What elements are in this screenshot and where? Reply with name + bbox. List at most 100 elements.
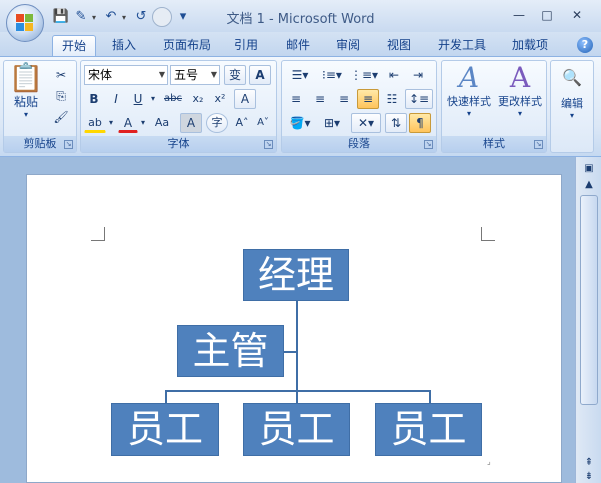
- styles-launcher-icon[interactable]: ↘: [534, 140, 543, 149]
- paragraph-group-label: 段落: [282, 136, 436, 152]
- change-styles-button[interactable]: A 更改样式 ▾: [494, 63, 546, 133]
- paste-label: 粘贴: [13, 95, 38, 109]
- distributed-icon[interactable]: ☷: [381, 89, 403, 109]
- numbering-icon[interactable]: ⁝≡▾: [317, 65, 347, 85]
- clear-formatting-button[interactable]: A: [234, 89, 256, 109]
- font-name-value: 宋体: [88, 68, 113, 82]
- ribbon: 📋 粘贴 ▾ ✂ ⎘ 🖌 剪贴板 ↘ 宋体 ▼ 五号 ▼ 变 A B I U ▾…: [0, 56, 601, 157]
- enclose-characters-button[interactable]: 字: [206, 113, 228, 133]
- next-page-icon[interactable]: ⇟: [580, 469, 598, 483]
- clipboard-launcher-icon[interactable]: ↘: [64, 140, 73, 149]
- tab-home[interactable]: 开始: [52, 35, 96, 56]
- italic-button[interactable]: I: [106, 89, 126, 109]
- quick-styles-button[interactable]: A 快速样式 ▾: [444, 63, 494, 133]
- binoculars-icon: 🔍: [562, 68, 582, 87]
- font-color-button[interactable]: A: [118, 113, 138, 133]
- tab-references[interactable]: 引用: [226, 35, 266, 56]
- font-launcher-icon[interactable]: ↘: [264, 140, 273, 149]
- chevron-down-icon: ▾: [517, 109, 522, 118]
- tab-view[interactable]: 视图: [379, 35, 419, 56]
- underline-button[interactable]: U: [128, 89, 148, 109]
- underline-dropdown-icon[interactable]: ▾: [148, 89, 158, 109]
- tab-insert[interactable]: 插入: [104, 35, 144, 56]
- grow-font-button[interactable]: A˄: [232, 113, 252, 133]
- font-group: 宋体 ▼ 五号 ▼ 变 A B I U ▾ abc x₂ x² A ab ▾ A…: [80, 60, 277, 153]
- show-marks-icon[interactable]: ¶: [409, 113, 431, 133]
- tab-page-layout[interactable]: 页面布局: [155, 35, 219, 56]
- font-size-select[interactable]: 五号 ▼: [170, 65, 220, 85]
- font-color-dropdown-icon[interactable]: ▾: [138, 113, 148, 133]
- resize-handle-icon[interactable]: ⌟: [487, 457, 491, 466]
- change-case-button[interactable]: Aa: [150, 113, 174, 133]
- tab-addins[interactable]: 加载项: [504, 35, 556, 56]
- shrink-font-button[interactable]: A˅: [253, 113, 273, 133]
- paste-button[interactable]: 📋 粘贴 ▾: [8, 63, 44, 129]
- office-button[interactable]: [6, 4, 44, 42]
- strikethrough-button[interactable]: abc: [160, 89, 186, 109]
- org-node-supervisor[interactable]: 主管: [177, 325, 284, 377]
- paragraph-group: ☰▾ ⁝≡▾ ⋮≡▾ ⇤ ⇥ ≡ ≡ ≡ ≡ ☷ ↕≡ 🪣▾ ⊞▾ ✕▾ ⇅ ¶…: [281, 60, 437, 153]
- scroll-up-icon[interactable]: ▲: [580, 177, 598, 193]
- chevron-down-icon: ▼: [158, 70, 165, 79]
- align-right-icon[interactable]: ≡: [333, 89, 355, 109]
- copy-icon[interactable]: ⎘: [50, 86, 72, 106]
- org-connector-right: [429, 390, 431, 403]
- increase-indent-icon[interactable]: ⇥: [407, 65, 429, 85]
- chinese-layout-icon[interactable]: ✕▾: [351, 113, 381, 133]
- org-node-staff-1[interactable]: 员工: [111, 403, 219, 456]
- align-center-icon[interactable]: ≡: [309, 89, 331, 109]
- title-bar: 💾 ✎ ▾ ↶ ▾ ↺ ▾ 文档 1 - Microsoft Word — □ …: [0, 0, 601, 32]
- editing-button[interactable]: 🔍 编辑 ▾: [553, 63, 591, 149]
- decrease-indent-icon[interactable]: ⇤: [383, 65, 405, 85]
- paste-dropdown-icon: ▾: [23, 110, 28, 119]
- org-connector-left: [165, 390, 167, 403]
- ruler-toggle-icon[interactable]: ▣: [580, 161, 598, 177]
- styles-group-label: 样式: [442, 136, 546, 152]
- highlight-button[interactable]: ab: [84, 113, 106, 133]
- change-styles-label: 更改样式: [498, 95, 542, 108]
- ribbon-tab-bar: 开始 插入 页面布局 引用 邮件 审阅 视图 开发工具 加载项 ?: [0, 32, 601, 56]
- org-node-manager[interactable]: 经理: [243, 249, 349, 301]
- subscript-button[interactable]: x₂: [188, 89, 208, 109]
- phonetic-guide-button[interactable]: 变: [224, 65, 246, 85]
- tab-review[interactable]: 审阅: [328, 35, 368, 56]
- close-button[interactable]: ✕: [566, 6, 588, 24]
- font-group-label: 字体: [81, 136, 276, 152]
- character-border-button[interactable]: A: [249, 65, 271, 85]
- line-spacing-icon[interactable]: ↕≡: [405, 89, 433, 109]
- document-page[interactable]: 经理 主管 员工 员工 员工 ⌟: [26, 174, 562, 483]
- borders-icon[interactable]: ⊞▾: [317, 113, 347, 133]
- org-connector-vertical: [296, 301, 298, 391]
- org-node-staff-2[interactable]: 员工: [243, 403, 350, 456]
- bullets-icon[interactable]: ☰▾: [285, 65, 315, 85]
- bold-button[interactable]: B: [84, 89, 104, 109]
- align-left-icon[interactable]: ≡: [285, 89, 307, 109]
- org-node-staff-3[interactable]: 员工: [375, 403, 482, 456]
- multilevel-list-icon[interactable]: ⋮≡▾: [349, 65, 379, 85]
- chevron-down-icon: ▾: [466, 109, 471, 118]
- paragraph-launcher-icon[interactable]: ↘: [424, 140, 433, 149]
- help-icon[interactable]: ?: [577, 37, 593, 53]
- justify-icon[interactable]: ≡: [357, 89, 379, 109]
- editing-label: 编辑: [561, 97, 583, 110]
- maximize-button[interactable]: □: [536, 6, 558, 24]
- org-connector-horizontal: [165, 390, 431, 392]
- font-name-select[interactable]: 宋体 ▼: [84, 65, 168, 85]
- tab-mailings[interactable]: 邮件: [278, 35, 318, 56]
- scroll-thumb[interactable]: [580, 195, 598, 405]
- minimize-button[interactable]: —: [508, 6, 530, 24]
- cut-icon[interactable]: ✂: [50, 65, 72, 85]
- chevron-down-icon: ▼: [210, 70, 217, 79]
- styles-group: A 快速样式 ▾ A 更改样式 ▾ 样式 ↘: [441, 60, 547, 153]
- format-painter-icon[interactable]: 🖌: [50, 107, 72, 127]
- office-logo-icon: [16, 14, 34, 32]
- character-shading-button[interactable]: A: [180, 113, 202, 133]
- superscript-button[interactable]: x²: [210, 89, 230, 109]
- vertical-scrollbar[interactable]: ▣ ▲ ⇞ ⇟: [575, 157, 601, 483]
- quick-styles-icon: A: [458, 61, 480, 94]
- shading-icon[interactable]: 🪣▾: [285, 113, 315, 133]
- highlight-dropdown-icon[interactable]: ▾: [106, 113, 116, 133]
- tab-developer[interactable]: 开发工具: [430, 35, 494, 56]
- crop-mark-top-right: [481, 227, 495, 241]
- sort-icon[interactable]: ⇅: [385, 113, 407, 133]
